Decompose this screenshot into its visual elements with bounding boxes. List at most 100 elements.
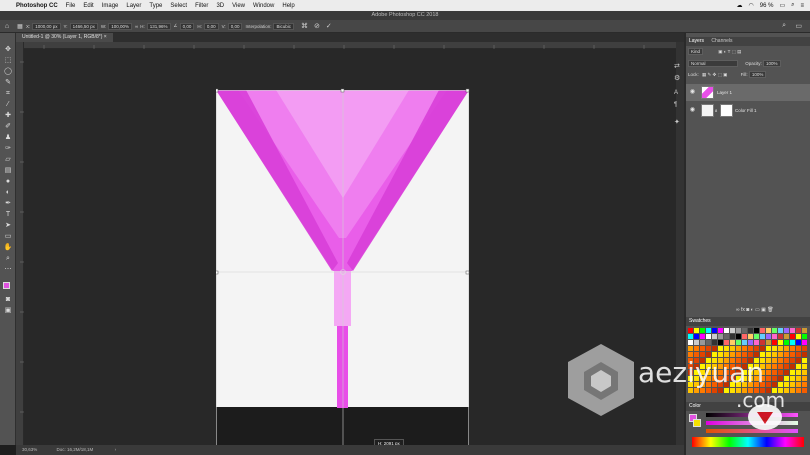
swatch[interactable] bbox=[712, 340, 717, 345]
opacity-field[interactable]: 100% bbox=[763, 60, 781, 68]
layer-artwork[interactable] bbox=[216, 88, 472, 448]
swatch[interactable] bbox=[742, 382, 747, 387]
swatch[interactable] bbox=[730, 388, 735, 393]
swatch[interactable] bbox=[694, 382, 699, 387]
foreground-color-swatch[interactable] bbox=[3, 282, 10, 289]
tab-swatches[interactable]: Swatches bbox=[686, 318, 714, 324]
healing-tool-icon[interactable]: ✚ bbox=[3, 111, 13, 120]
search-icon[interactable]: ⌕ bbox=[782, 22, 786, 30]
swatch[interactable] bbox=[802, 334, 807, 339]
swatch[interactable] bbox=[688, 352, 693, 357]
swatch[interactable] bbox=[778, 352, 783, 357]
swatch[interactable] bbox=[760, 358, 765, 363]
swatch[interactable] bbox=[688, 358, 693, 363]
swatch[interactable] bbox=[784, 358, 789, 363]
swatch[interactable] bbox=[760, 382, 765, 387]
document-tab[interactable]: Untitled-1 @ 30% (Layer 1, RGB/8*) × bbox=[16, 33, 113, 42]
menu-window[interactable]: Window bbox=[253, 3, 274, 9]
swatch[interactable] bbox=[784, 334, 789, 339]
lasso-tool-icon[interactable]: ◯ bbox=[3, 67, 13, 76]
swatch[interactable] bbox=[796, 358, 801, 363]
swatch[interactable] bbox=[760, 340, 765, 345]
swatch[interactable] bbox=[778, 346, 783, 351]
swatch[interactable] bbox=[778, 364, 783, 369]
eye-icon[interactable]: ◉ bbox=[689, 102, 696, 119]
swatch[interactable] bbox=[790, 370, 795, 375]
dodge-tool-icon[interactable]: ◐ bbox=[3, 188, 13, 197]
swatch[interactable] bbox=[706, 382, 711, 387]
swatch[interactable] bbox=[694, 340, 699, 345]
tab-layers[interactable]: Layers bbox=[686, 38, 707, 44]
swatch[interactable] bbox=[694, 370, 699, 375]
home-icon[interactable]: ⌂ bbox=[0, 23, 14, 30]
swatch[interactable] bbox=[742, 346, 747, 351]
swatch[interactable] bbox=[718, 334, 723, 339]
eye-icon[interactable]: ◉ bbox=[689, 84, 696, 101]
swatch[interactable] bbox=[754, 352, 759, 357]
swatch[interactable] bbox=[796, 352, 801, 357]
swatch[interactable] bbox=[694, 364, 699, 369]
swatch[interactable] bbox=[736, 328, 741, 333]
swatch[interactable] bbox=[706, 358, 711, 363]
menu-list-icon[interactable]: ≡ bbox=[800, 3, 804, 9]
swatch[interactable] bbox=[694, 334, 699, 339]
swatch[interactable] bbox=[790, 382, 795, 387]
swatch[interactable] bbox=[796, 340, 801, 345]
swatch[interactable] bbox=[766, 346, 771, 351]
swatch[interactable] bbox=[700, 370, 705, 375]
swatch[interactable] bbox=[724, 352, 729, 357]
swatch[interactable] bbox=[706, 340, 711, 345]
blue-slider[interactable] bbox=[706, 429, 798, 433]
swatch[interactable] bbox=[748, 364, 753, 369]
swatch[interactable] bbox=[748, 346, 753, 351]
swatch[interactable] bbox=[796, 328, 801, 333]
swatch[interactable] bbox=[730, 346, 735, 351]
swatch[interactable] bbox=[766, 382, 771, 387]
swatch[interactable] bbox=[772, 364, 777, 369]
swatch[interactable] bbox=[754, 382, 759, 387]
swatch[interactable] bbox=[784, 346, 789, 351]
swatch[interactable] bbox=[754, 328, 759, 333]
swatch[interactable] bbox=[772, 352, 777, 357]
swatch[interactable] bbox=[760, 346, 765, 351]
swatch[interactable] bbox=[706, 370, 711, 375]
wifi-icon[interactable]: ◠ bbox=[749, 2, 754, 9]
menu-help[interactable]: Help bbox=[282, 3, 294, 9]
swatch[interactable] bbox=[700, 376, 705, 381]
swatch[interactable] bbox=[766, 328, 771, 333]
swatch[interactable] bbox=[778, 334, 783, 339]
swatch[interactable] bbox=[700, 364, 705, 369]
battery-icon[interactable]: ▭ bbox=[779, 2, 785, 9]
swatch[interactable] bbox=[730, 358, 735, 363]
swatch[interactable] bbox=[742, 328, 747, 333]
swatch[interactable] bbox=[802, 382, 807, 387]
swatch[interactable] bbox=[694, 388, 699, 393]
swatch[interactable] bbox=[778, 328, 783, 333]
swatch[interactable] bbox=[766, 364, 771, 369]
swatch[interactable] bbox=[742, 352, 747, 357]
swatch[interactable] bbox=[718, 364, 723, 369]
pen-tool-icon[interactable]: ✒ bbox=[3, 199, 13, 208]
swatch[interactable] bbox=[730, 334, 735, 339]
swatch[interactable] bbox=[694, 352, 699, 357]
swatch[interactable] bbox=[760, 334, 765, 339]
swatch[interactable] bbox=[766, 334, 771, 339]
stamp-tool-icon[interactable]: ♟ bbox=[3, 133, 13, 142]
lock-icons[interactable]: ▦ ✎ ✥ ⬚ ▣ bbox=[702, 72, 727, 77]
workspace-icon[interactable]: ▭ bbox=[795, 22, 802, 30]
marquee-tool-icon[interactable]: ⬚ bbox=[3, 56, 13, 65]
swatch[interactable] bbox=[736, 370, 741, 375]
swatch[interactable] bbox=[718, 370, 723, 375]
zoom-level[interactable]: 30,63% bbox=[22, 447, 37, 452]
swatch[interactable] bbox=[754, 340, 759, 345]
y-field[interactable]: 1466,50 px bbox=[69, 22, 98, 30]
more-tools-icon[interactable]: ⋯ bbox=[3, 265, 13, 274]
swatch[interactable] bbox=[730, 340, 735, 345]
status-arrow-icon[interactable]: › bbox=[115, 447, 117, 452]
menu-type[interactable]: Type bbox=[149, 3, 162, 9]
swatch[interactable] bbox=[766, 376, 771, 381]
color-spectrum[interactable] bbox=[692, 437, 804, 447]
swatch[interactable] bbox=[766, 340, 771, 345]
swatch[interactable] bbox=[736, 358, 741, 363]
swatch[interactable] bbox=[754, 376, 759, 381]
